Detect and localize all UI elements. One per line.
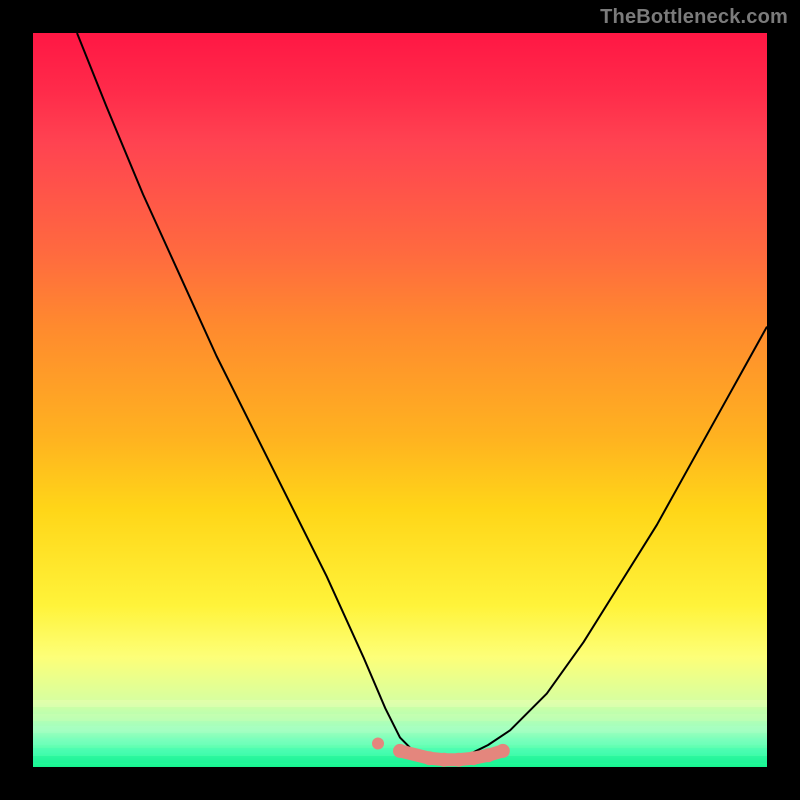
flat-bottom-dot [422, 751, 436, 765]
watermark-text: TheBottleneck.com [600, 6, 788, 29]
curve-layer [33, 33, 767, 767]
plot-area [33, 33, 767, 767]
bottleneck-curve [77, 33, 767, 760]
flat-bottom-dot [496, 744, 510, 758]
flat-bottom-lead-dot [372, 738, 384, 750]
flat-bottom-dot [452, 753, 466, 767]
flat-bottom-dot [481, 748, 495, 762]
flat-bottom-dot [393, 744, 407, 758]
flat-bottom-dot [437, 753, 451, 767]
flat-bottom-dot [466, 751, 480, 765]
chart-frame: TheBottleneck.com [0, 0, 800, 800]
